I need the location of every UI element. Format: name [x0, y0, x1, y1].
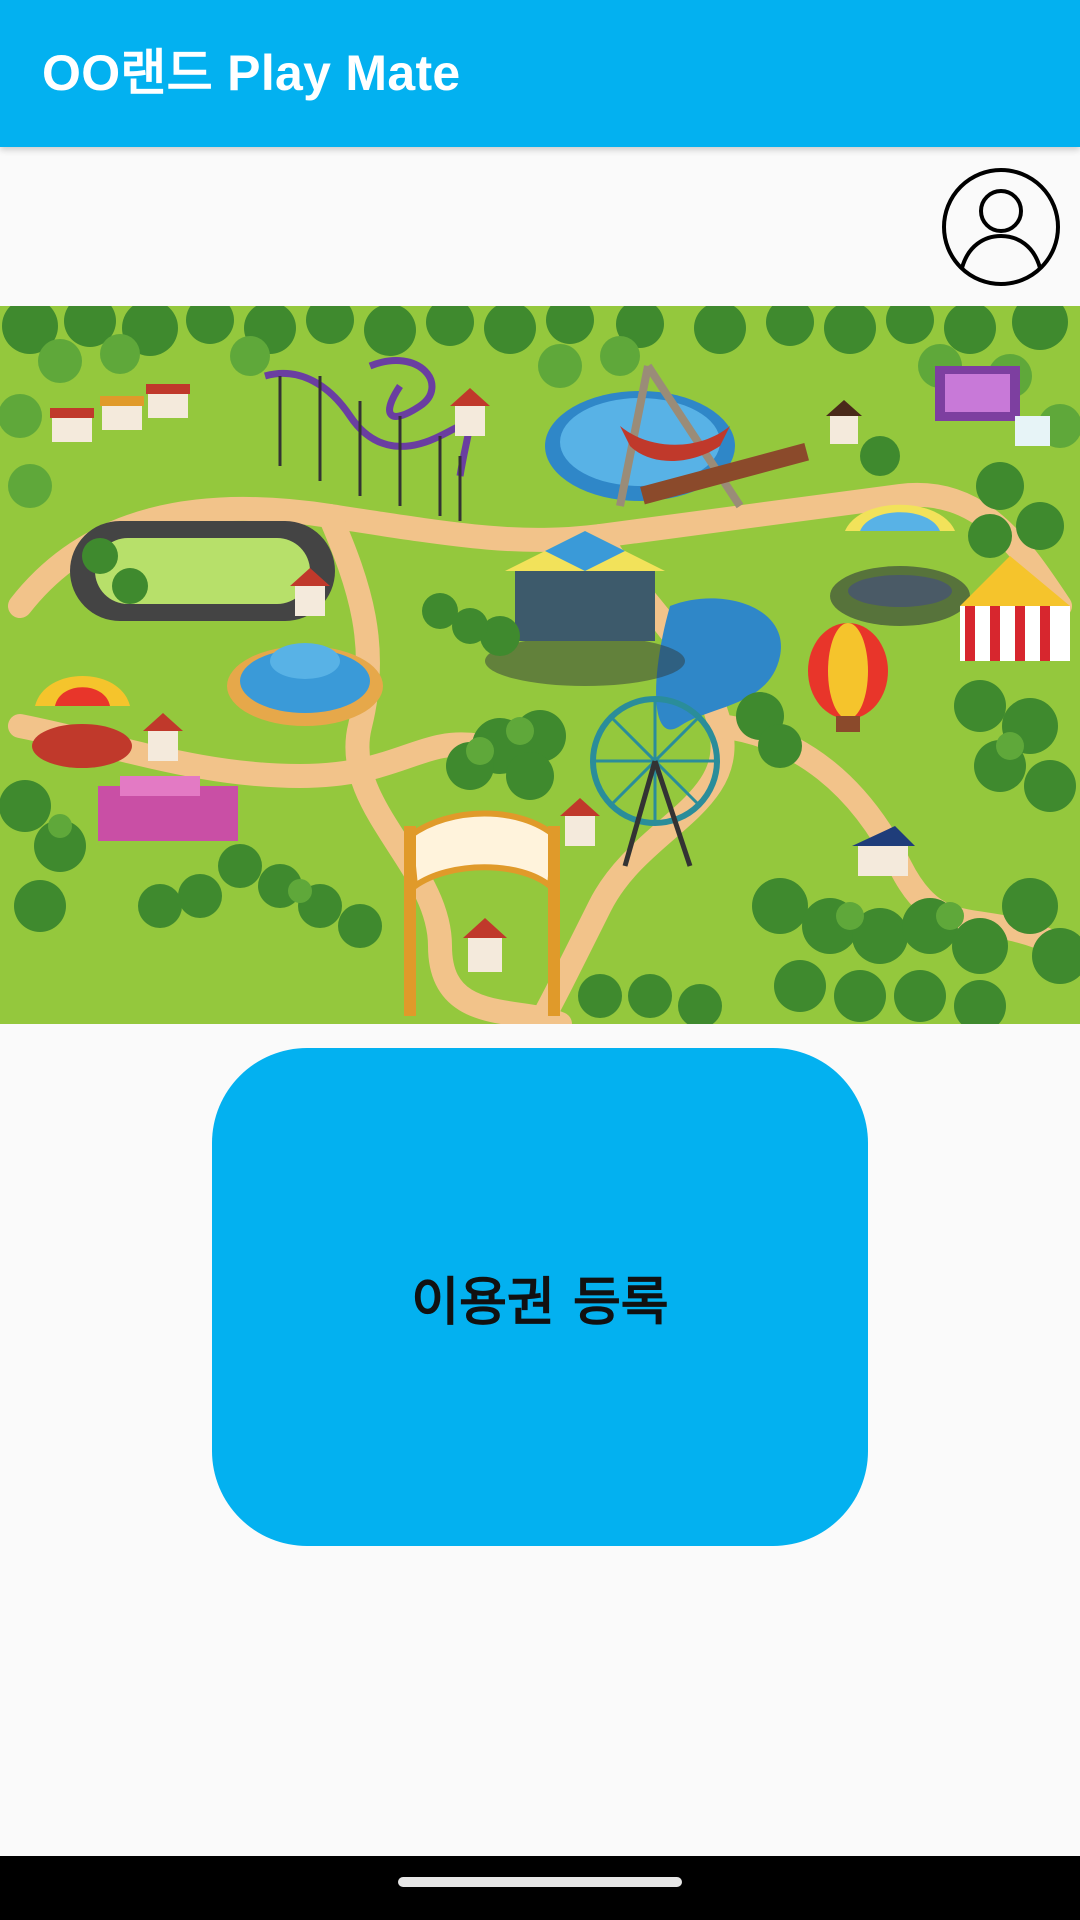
profile-button[interactable] [940, 166, 1062, 288]
park-map-image [0, 306, 1080, 1024]
system-nav-bar [0, 1856, 1080, 1920]
app-bar: OO랜드 Play Mate [0, 0, 1080, 147]
account-circle-icon [942, 168, 1060, 286]
home-indicator[interactable] [398, 1877, 682, 1887]
app-title: OO랜드 Play Mate [42, 45, 461, 101]
register-pass-button[interactable]: 이용권 등록 [212, 1048, 868, 1546]
register-pass-label: 이용권 등록 [411, 1272, 669, 1333]
